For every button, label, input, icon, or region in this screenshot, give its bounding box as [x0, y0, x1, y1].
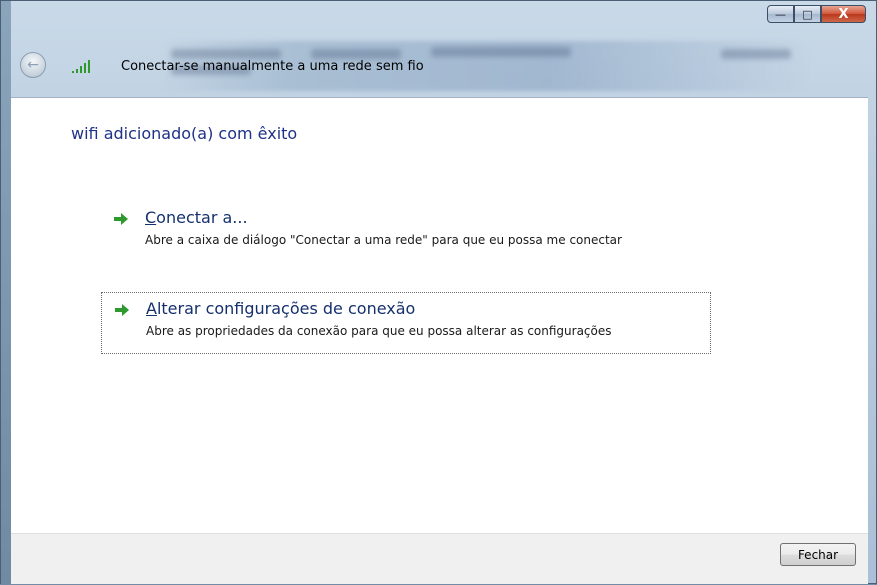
maximize-button[interactable]: □ — [794, 5, 821, 23]
back-arrow-icon: ← — [27, 57, 39, 73]
minimize-button[interactable]: — — [767, 5, 794, 23]
caption-buttons: — □ X — [767, 5, 866, 23]
window-left-edge — [1, 1, 11, 585]
close-window-button[interactable]: X — [821, 5, 866, 23]
connect-to-description: Abre a caixa de diálogo "Conectar a uma … — [145, 233, 622, 247]
back-button[interactable]: ← — [20, 52, 46, 78]
green-arrow-icon — [115, 304, 129, 316]
connect-to-link[interactable]: Conectar a... Abre a caixa de diálogo "C… — [101, 202, 711, 264]
change-settings-description: Abre as propriedades da conexão para que… — [146, 324, 612, 338]
success-heading: wifi adicionado(a) com êxito — [71, 124, 298, 143]
content-area: wifi adicionado(a) com êxito Conectar a.… — [11, 97, 868, 534]
window-frame: — □ X ← Conectar-se manualmente a uma re… — [0, 0, 877, 585]
change-connection-settings-link[interactable]: Alterar configurações de conexão Abre as… — [101, 292, 711, 354]
connect-to-title: Conectar a... — [145, 208, 248, 227]
change-settings-title: Alterar configurações de conexão — [146, 299, 416, 318]
green-arrow-icon — [114, 213, 128, 225]
wizard-header: ← Conectar-se manualmente a uma rede sem… — [11, 37, 868, 97]
footer-bar: Fechar — [11, 533, 868, 584]
close-button[interactable]: Fechar — [780, 543, 856, 566]
wifi-signal-icon — [72, 60, 90, 73]
wizard-title: Conectar-se manualmente a uma rede sem f… — [121, 59, 424, 74]
